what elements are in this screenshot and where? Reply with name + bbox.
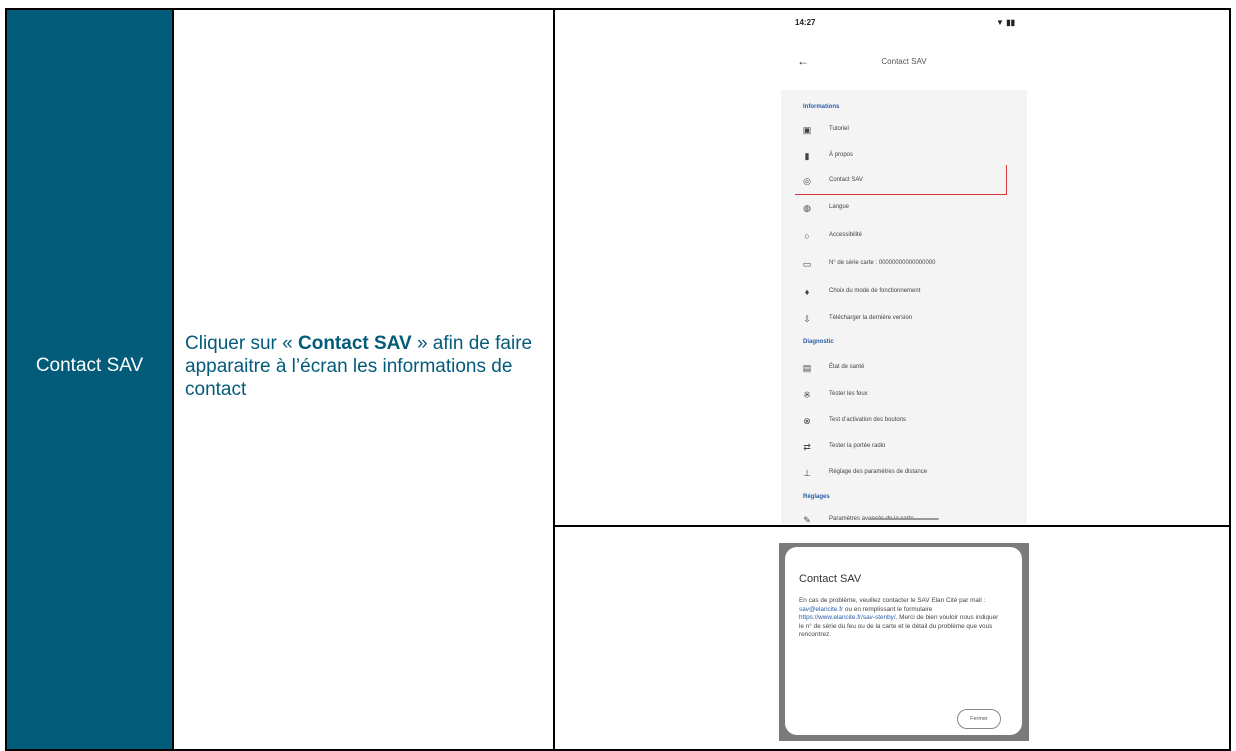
instruction-table: Contact SAV Cliquer sur « Contact SAV » … [5,8,1231,751]
step-cell: Contact SAV [7,10,174,749]
settings-icon: ⊥ [803,468,811,478]
section-title-reglages: Réglages [803,494,830,500]
status-bar: 14:27 ▼ ▮▮ [781,16,1027,30]
list-item-label: À propos [829,152,854,158]
dialog-title: Contact SAV [799,573,862,585]
list-item-label: N° de série carte : 00000000000000000 [829,260,936,266]
list-item-label: Langue [829,204,850,210]
list-item-label: Choix du mode de fonctionnement [829,288,921,294]
dialog-email-link[interactable]: sav@elancite.fr [799,606,843,613]
contact-sav-highlight [795,165,1007,195]
list-item-label: Tester les feux [829,391,868,397]
app-bar: ← Contact SAV [781,54,1027,74]
tutorial-icon: ▣ [802,125,812,135]
list-item-label: État de santé [829,364,865,370]
phone-screenshot: 14:27 ▼ ▮▮ ← Contact SAV Informations ▣ … [781,10,1027,524]
language-icon: ◍ [803,203,811,213]
list-item-accessibility[interactable]: ○ Accessibilité [781,226,1027,248]
health-icon: ▤ [802,363,812,373]
device-icon: ▭ [802,259,812,269]
section-title-diagnostic: Diagnostic [803,339,834,345]
list-item-test-lamps[interactable]: ※ Tester les feux [781,385,1027,407]
list-item-label: Test d’activation des boutons [829,417,907,423]
list-item-distance[interactable]: ⊥ Réglage des paramètres de distance [781,463,1027,485]
test-lamp-icon: ※ [803,390,811,400]
firmware-icon: ♦ [804,287,810,297]
app-bar-title: Contact SAV [881,57,927,66]
step-description: Cliquer sur « Contact SAV » afin de fair… [185,332,535,401]
list-item-mode[interactable]: ♦ Choix du mode de fonctionnement [781,282,1027,304]
settings-list: Informations ▣ Tutoriel ▮ À propos ◎ Con… [781,90,1027,524]
edit-icon: ✎ [803,515,811,524]
list-item-serial[interactable]: ▭ N° de série carte : 00000000000000000 [781,254,1027,276]
list-item-label: Tutoriel [829,126,849,132]
status-time: 14:27 [795,18,816,27]
description-prefix: Cliquer sur « [185,333,298,354]
test-radio-icon: ⇄ [803,442,811,452]
description-bold: Contact SAV [298,333,412,354]
description-cell: Cliquer sur « Contact SAV » afin de fair… [174,10,555,749]
list-item-label: Tester la portée radio [829,443,886,449]
accessibility-icon: ○ [804,231,810,241]
dialog-screenshot: Contact SAV En cas de problème, veuillez… [779,543,1029,741]
dialog-body-text-1: En cas de problème, veuillez contacter l… [799,597,986,604]
dialog-body-text-2: ou en remplissant le formulaire [843,605,933,613]
list-item-test-radio[interactable]: ⇄ Tester la portée radio [781,437,1027,459]
list-item-advanced[interactable]: ✎ Paramètres avancés de la carte [781,510,1027,524]
contact-dialog: Contact SAV En cas de problème, veuillez… [785,547,1022,735]
dialog-body: En cas de problème, veuillez contacter l… [799,597,1005,640]
list-item-download[interactable]: ⇩ Télécharger la dernière version [781,309,1027,331]
home-indicator [869,518,939,520]
list-item-health[interactable]: ▤ État de santé [781,358,1027,380]
about-icon: ▮ [804,151,810,161]
download-icon: ⇩ [803,314,811,324]
list-item-test-buttons[interactable]: ⊗ Test d’activation des boutons [781,411,1027,433]
dialog-form-link[interactable]: https://www.elancite.fr/sav-stenby/ [799,614,896,621]
status-icons: ▼ ▮▮ [996,18,1015,27]
illustration-cell: 14:27 ▼ ▮▮ ← Contact SAV Informations ▣ … [555,10,1229,749]
row-divider [555,525,1229,527]
close-button[interactable]: Fermer [957,709,1001,729]
step-label: Contact SAV [35,355,144,376]
test-button-icon: ⊗ [803,416,811,426]
list-item-label: Accessibilité [829,232,863,238]
section-title-informations: Informations [803,104,840,110]
list-item-tutorial[interactable]: ▣ Tutoriel [781,120,1027,142]
list-item-label: Télécharger la dernière version [829,315,913,321]
list-item-language[interactable]: ◍ Langue [781,198,1027,220]
list-item-label: Réglage des paramètres de distance [829,469,928,475]
